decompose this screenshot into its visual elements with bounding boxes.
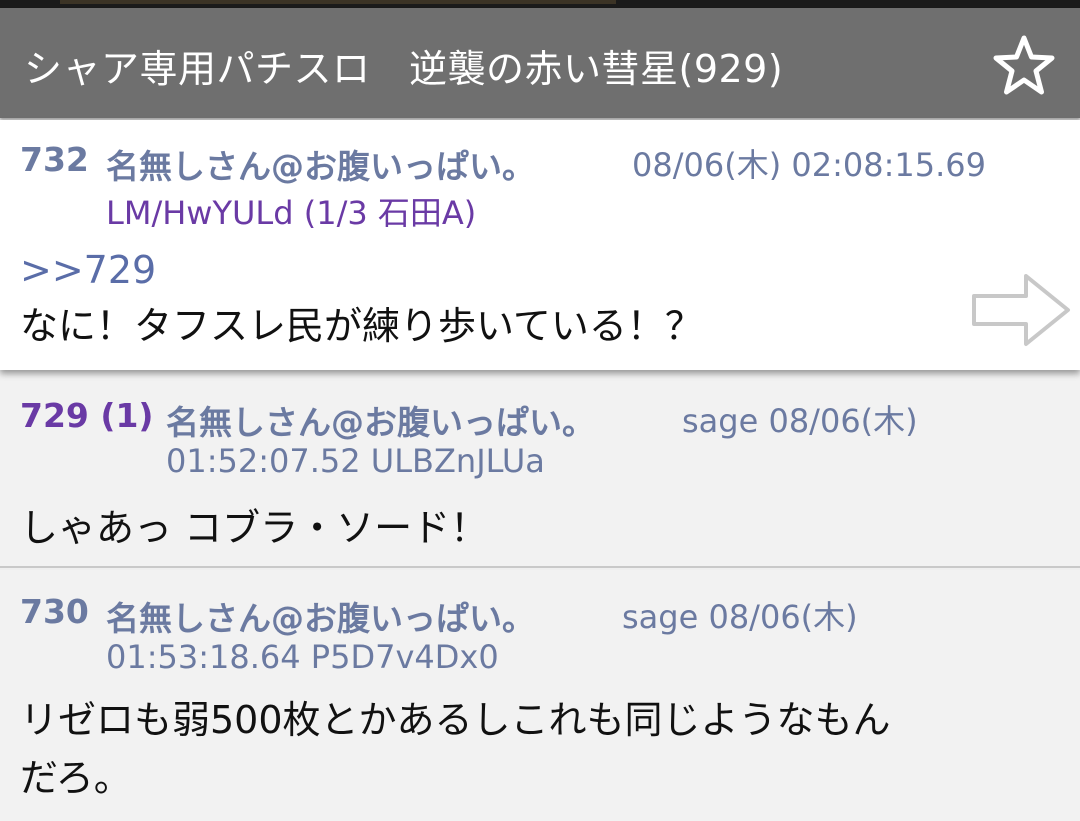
post-number[interactable]: 729 (1) [20, 396, 154, 435]
status-bar-strip [60, 0, 616, 4]
post-date: 08/06(木) 02:08:15.69 [632, 146, 986, 184]
post-id[interactable]: 01:52:07.52 ULBZnJLUa [166, 442, 545, 480]
post-author: 名無しさん@お腹いっぱい。 [166, 403, 595, 442]
star-outline-icon[interactable] [990, 32, 1058, 100]
post-number[interactable]: 732 [20, 140, 89, 179]
post-author: 名無しさん@お腹いっぱい。 [106, 599, 535, 638]
thread-title-bar: シャア専用パチスロ 逆襲の赤い彗星(929) [0, 8, 1080, 118]
post-body: なに！タフスレ民が練り歩いている！？ [20, 304, 703, 348]
post-author: 名無しさん@お腹いっぱい。 [106, 147, 535, 186]
post-729[interactable]: 729 (1) 名無しさん@お腹いっぱい。 sage 08/06(木) 01:5… [0, 372, 1080, 568]
reply-anchor-link[interactable]: >>729 [20, 248, 156, 292]
post-body-line-1: リゼロも弱500枚とかあるしこれも同じようなもん [20, 698, 891, 742]
right-arrow-icon[interactable] [970, 270, 1074, 350]
status-bar [0, 0, 1080, 8]
post-id[interactable]: 01:53:18.64 P5D7v4Dx0 [106, 638, 499, 676]
post-732[interactable]: 732 名無しさん@お腹いっぱい。 08/06(木) 02:08:15.69 L… [0, 120, 1080, 370]
post-730[interactable]: 730 名無しさん@お腹いっぱい。 sage 08/06(木) 01:53:18… [0, 570, 1080, 821]
post-number[interactable]: 730 [20, 592, 89, 631]
post-date: sage 08/06(木) [682, 402, 918, 440]
post-body-line-2: だろ。 [20, 756, 132, 800]
post-id[interactable]: LM/HwYULd (1/3 石田A) [106, 188, 476, 234]
post-date: sage 08/06(木) [622, 598, 858, 636]
post-body: しゃあっ コブラ・ソード！ [20, 506, 489, 550]
thread-title: シャア専用パチスロ 逆襲の赤い彗星(929) [24, 47, 784, 91]
